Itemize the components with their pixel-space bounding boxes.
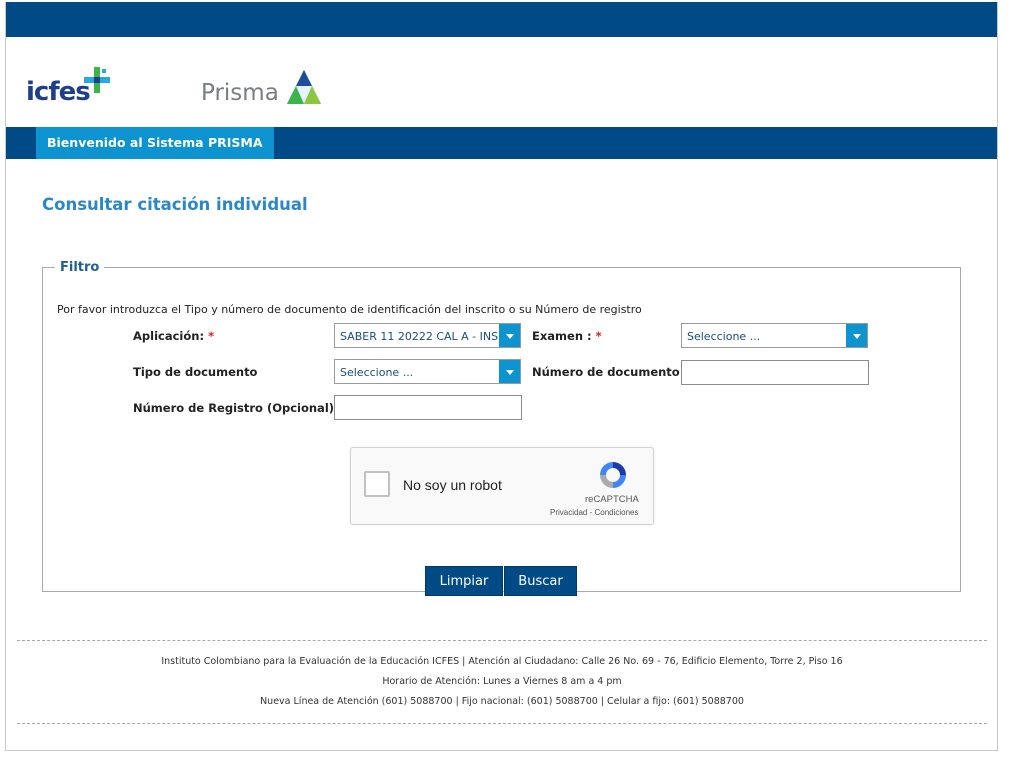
numero-documento-input[interactable] (681, 360, 869, 385)
footer-phones: Nueva Línea de Atención (601) 5088700 | … (260, 696, 744, 707)
required-marker: * (208, 329, 215, 343)
filter-fieldset: Filtro Por favor introduzca el Tipo y nú… (42, 260, 961, 596)
clear-button[interactable]: Limpiar (425, 566, 503, 596)
numero-registro-input[interactable] (334, 395, 522, 420)
logo-bar: icfes Prisma (6, 37, 997, 127)
aplicacion-label: Aplicación: * (133, 329, 215, 343)
page-frame: icfes Prisma Bienvenido al Sistema PRISM… (5, 2, 998, 751)
icfes-logo: icfes (26, 77, 91, 107)
tipo-documento-label: Tipo de documento (133, 365, 258, 379)
aplicacion-select[interactable]: SABER 11 20222 CAL A - INS (334, 323, 521, 348)
required-marker: * (595, 329, 602, 343)
examen-label: Examen : * (532, 329, 602, 343)
aplicacion-select-value: SABER 11 20222 CAL A - INS (340, 330, 499, 343)
footer-hours: Horario de Atención: Lunes a Viernes 8 a… (382, 676, 622, 687)
chevron-down-icon[interactable] (499, 324, 520, 347)
recaptcha-brand: reCAPTCHA (585, 494, 639, 505)
numero-documento-label: Número de documento (532, 365, 680, 379)
numero-registro-label: Número de Registro (Opcional) (133, 401, 335, 415)
tipo-documento-select[interactable]: Seleccione ... (334, 359, 521, 384)
recaptcha-widget: No soy un robot reCAPTCHA Privacidad - C… (350, 447, 654, 525)
nav-bar: Bienvenido al Sistema PRISMA (6, 127, 997, 159)
page-title: Consultar citación individual (42, 195, 308, 214)
recaptcha-terms-link[interactable]: Privacidad - Condiciones (550, 508, 639, 517)
examen-select[interactable]: Seleccione ... (681, 323, 868, 348)
recaptcha-logo-icon (600, 462, 626, 488)
chevron-down-icon[interactable] (499, 360, 520, 383)
footer-address: Instituto Colombiano para la Evaluación … (161, 656, 843, 667)
filter-legend: Filtro (60, 260, 100, 275)
welcome-tab[interactable]: Bienvenido al Sistema PRISMA (36, 127, 274, 159)
prisma-triangle-icon (287, 70, 321, 104)
tipo-documento-select-value: Seleccione ... (340, 366, 414, 379)
icfes-star-icon (84, 67, 110, 93)
prisma-logo: Prisma (201, 80, 279, 106)
footer: Instituto Colombiano para la Evaluación … (17, 640, 987, 724)
chevron-down-icon[interactable] (846, 324, 867, 347)
examen-select-value: Seleccione ... (687, 330, 761, 343)
search-button[interactable]: Buscar (504, 566, 577, 596)
filter-instructions: Por favor introduzca el Tipo y número de… (57, 303, 642, 316)
recaptcha-checkbox[interactable] (364, 471, 390, 497)
top-bar (6, 2, 997, 37)
recaptcha-label: No soy un robot (403, 477, 502, 493)
